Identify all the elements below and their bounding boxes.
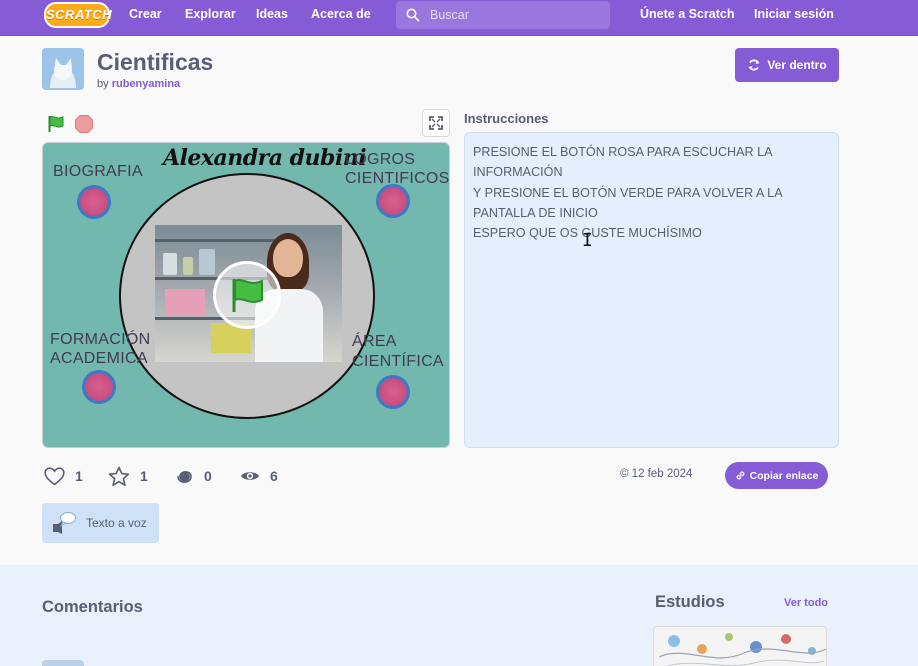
instructions-line: Y PRESIONE EL BOTÓN VERDE PARA VOLVER A … xyxy=(473,185,783,200)
green-flag-button[interactable] xyxy=(46,114,66,134)
fullscreen-button[interactable] xyxy=(422,109,450,137)
stage-label-education-2: ACADEMICA xyxy=(50,350,148,367)
stage-label-area-2: CIENTÍFICA xyxy=(352,353,444,370)
search-icon xyxy=(406,8,420,22)
search-box[interactable] xyxy=(396,1,610,29)
see-all-studios-link[interactable]: Ver todo xyxy=(784,597,828,609)
stage-label-education-1: FORMACIÓN xyxy=(50,331,151,348)
sign-in-link[interactable]: Iniciar sesión xyxy=(754,0,834,28)
link-icon xyxy=(736,471,745,480)
author-avatar[interactable] xyxy=(42,48,84,90)
project-title: Cientificas xyxy=(97,49,214,75)
join-scratch-link[interactable]: Únete a Scratch xyxy=(640,0,734,28)
text-cursor-icon: I xyxy=(582,230,593,251)
spiral-icon xyxy=(177,470,192,483)
lab-bottle xyxy=(163,253,177,275)
studio-artwork-icon xyxy=(654,627,826,666)
see-inside-label: Ver dentro xyxy=(767,58,827,72)
views-count: 6 xyxy=(270,468,278,484)
nav-create[interactable]: Crear xyxy=(129,0,162,28)
comment-avatar xyxy=(42,660,84,666)
stage-headline: Alexandra dubini xyxy=(163,145,367,171)
instructions-line: ESPERO QUE OS GUSTE MUCHÍSIMO xyxy=(473,226,702,241)
studio-thumbnail[interactable] xyxy=(653,626,827,666)
pink-button-education[interactable] xyxy=(82,370,116,404)
favorite-stat[interactable]: 1 xyxy=(108,464,148,488)
scientist-face xyxy=(273,239,303,277)
text-to-speech-label: Texto a voz xyxy=(86,516,147,530)
project-byline: by rubenyamina xyxy=(97,78,180,90)
author-link[interactable]: rubenyamina xyxy=(112,78,180,90)
stage-label-area-1: ÁREA xyxy=(352,333,397,350)
nav-ideas[interactable]: Ideas xyxy=(256,0,288,28)
studios-title: Estudios xyxy=(655,593,725,611)
instructions-line: PRESIONE EL BOTÓN ROSA PARA ESCUCHAR LA xyxy=(473,145,773,159)
scratch-logo[interactable]: SCRATCH xyxy=(44,2,112,28)
project-stage[interactable]: Alexandra dubini BIOGRAFIA LOGROS CIENTI… xyxy=(42,142,450,448)
lab-bottle xyxy=(199,249,215,275)
lab-box xyxy=(165,289,205,315)
pink-button-area[interactable] xyxy=(376,375,410,409)
see-inside-button[interactable]: Ver dentro xyxy=(735,48,839,82)
top-navbar: SCRATCH Crear Explorar Ideas Acerca de Ú… xyxy=(0,0,918,36)
pink-button-biography[interactable] xyxy=(77,185,111,219)
lab-bottle xyxy=(183,257,193,275)
remix-icon xyxy=(749,59,760,71)
nav-about[interactable]: Acerca de xyxy=(311,0,371,28)
share-date: © 12 feb 2024 xyxy=(620,468,693,480)
pink-button-achievements[interactable] xyxy=(376,184,410,218)
cat-avatar-icon xyxy=(42,48,84,90)
remix-count: 0 xyxy=(204,468,212,484)
stage-label-achievements-1: LOGROS xyxy=(345,151,416,168)
views-stat: 6 xyxy=(240,464,278,488)
by-label: by xyxy=(97,78,109,90)
stop-icon xyxy=(75,115,93,133)
text-to-speech-extension: Texto a voz xyxy=(42,503,159,543)
fullscreen-icon xyxy=(429,116,443,130)
green-flag-icon xyxy=(48,116,64,132)
instructions-line: PANTALLA DE INICIO xyxy=(473,205,598,220)
star-icon xyxy=(108,466,130,486)
instructions-box: PRESIONE EL BOTÓN ROSA PARA ESCUCHAR LA … xyxy=(464,132,839,448)
love-count: 1 xyxy=(75,468,83,484)
start-overlay-button[interactable] xyxy=(213,261,281,329)
favorite-count: 1 xyxy=(140,468,148,484)
love-stat[interactable]: 1 xyxy=(44,464,83,488)
search-input[interactable] xyxy=(430,6,600,24)
green-flag-icon xyxy=(232,279,263,312)
copy-link-button[interactable]: Copiar enlace xyxy=(725,462,828,489)
copy-link-label: Copiar enlace xyxy=(749,469,819,482)
nav-explore[interactable]: Explorar xyxy=(185,0,236,28)
comments-title: Comentarios xyxy=(42,598,143,616)
instructions-line: INFORMACIÓN xyxy=(473,165,563,180)
remix-stat: 0 xyxy=(175,464,212,488)
eye-icon xyxy=(241,472,259,480)
stop-button[interactable] xyxy=(74,114,94,134)
speech-icon xyxy=(53,512,76,534)
stage-label-biography: BIOGRAFIA xyxy=(53,163,143,180)
heart-icon xyxy=(44,466,65,486)
instructions-title: Instrucciones xyxy=(464,111,549,126)
